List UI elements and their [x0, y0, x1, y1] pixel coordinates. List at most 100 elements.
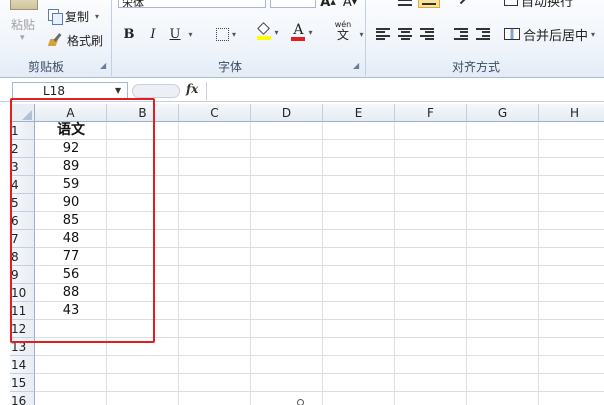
gridline [538, 122, 539, 405]
column-header-a[interactable]: A [35, 104, 107, 122]
clipboard-group-label: 剪贴板 [28, 60, 65, 74]
format-painter-label: 格式刷 [67, 33, 104, 48]
cell-a4[interactable]: 59 [36, 176, 106, 193]
italic-button[interactable]: I [145, 24, 161, 44]
row-header-14[interactable]: 14 [10, 356, 35, 374]
clipboard-icon [10, 0, 38, 10]
column-header-d[interactable]: D [251, 104, 323, 122]
underline-dropdown[interactable]: ▾ [183, 24, 195, 44]
gridline [35, 355, 604, 356]
row-header-3[interactable]: 3 [10, 158, 35, 176]
gridline [35, 283, 604, 284]
insert-function-icon[interactable]: fx [186, 82, 198, 96]
column-header-e[interactable]: E [323, 104, 395, 122]
align-middle-button[interactable] [418, 0, 440, 8]
copy-icon [48, 9, 63, 25]
align-center-icon [398, 28, 412, 40]
increase-indent-button[interactable] [474, 24, 492, 44]
cell-a10[interactable]: 88 [36, 284, 106, 301]
row-header-1[interactable]: 1 [10, 122, 35, 140]
cell-a6[interactable]: 85 [36, 212, 106, 229]
font-size-select[interactable] [270, 0, 316, 8]
format-painter-button[interactable]: 格式刷 [48, 30, 103, 50]
row-header-11[interactable]: 11 [10, 302, 35, 320]
cell-a11[interactable]: 43 [36, 302, 106, 319]
column-header-g[interactable]: G [467, 104, 539, 122]
group-divider [111, 0, 112, 76]
row-header-10[interactable]: 10 [10, 284, 35, 302]
format-painter-icon [48, 33, 64, 47]
dialog-launcher-icon[interactable]: ◢ [100, 61, 106, 70]
increase-indent-icon [476, 28, 490, 40]
phonetic-dropdown[interactable]: ▾ [355, 24, 365, 44]
gridline [106, 122, 107, 405]
gridline [35, 229, 604, 230]
formula-bar-resize-handle[interactable] [132, 84, 180, 98]
cell-a1[interactable]: 语文 [36, 122, 106, 139]
align-top-button[interactable] [396, 0, 414, 10]
grow-font-button[interactable]: A ▲ [318, 0, 338, 12]
gridline [178, 122, 179, 405]
column-header-c[interactable]: C [179, 104, 251, 122]
name-box[interactable]: L18 [12, 82, 128, 100]
paste-label: 粘贴 [11, 18, 36, 32]
paste-button[interactable]: 粘贴 ▾ [6, 0, 42, 48]
fill-color-button[interactable]: ▾ [252, 22, 284, 42]
font-name-select[interactable]: 宋体 [118, 0, 266, 8]
merge-center-button[interactable]: 合并后居中 ▾ [504, 24, 602, 44]
cell-a2[interactable]: 92 [36, 140, 106, 157]
ribbon: 粘贴 ▾ 复制 ▾ 格式刷 剪贴板 ◢ 宋体 A ▲ A ▼ B I U ▾ ▾ ▾… [0, 0, 604, 78]
formula-input[interactable] [206, 82, 602, 100]
align-center-button[interactable] [396, 24, 414, 44]
align-right-button[interactable] [418, 24, 436, 44]
copy-button[interactable]: 复制 ▾ [48, 6, 99, 26]
shrink-font-button[interactable]: A ▼ [340, 0, 360, 12]
gridline [35, 265, 604, 266]
row-header-4[interactable]: 4 [10, 176, 35, 194]
underline-button[interactable]: U [167, 24, 183, 44]
paint-bucket-icon [257, 22, 272, 40]
worksheet-grid[interactable]: A B C D E F G H 1 2 3 4 5 6 7 8 9 10 11 … [0, 104, 604, 405]
gridline [35, 247, 604, 248]
chevron-down-icon: ▾ [231, 29, 236, 39]
column-header-h[interactable]: H [539, 104, 604, 122]
row-header-16[interactable]: 16 [10, 392, 35, 405]
row-header-8[interactable]: 8 [10, 248, 35, 266]
bold-button[interactable]: B [121, 24, 137, 44]
row-header-5[interactable]: 5 [10, 194, 35, 212]
gridline [394, 122, 395, 405]
cell-a8[interactable]: 77 [36, 248, 106, 265]
gridline [35, 391, 604, 392]
gridline [466, 122, 467, 405]
dialog-launcher-icon[interactable]: ◢ [353, 61, 359, 70]
align-left-button[interactable] [374, 24, 392, 44]
row-header-6[interactable]: 6 [10, 212, 35, 230]
decrease-indent-button[interactable] [452, 24, 470, 44]
chevron-down-icon[interactable]: ▼ [115, 86, 121, 95]
gridline [35, 139, 604, 140]
row-header-7[interactable]: 7 [10, 230, 35, 248]
cell-a9[interactable]: 56 [36, 266, 106, 283]
orientation-button[interactable] [454, 0, 474, 10]
select-all-triangle-icon [22, 110, 32, 120]
row-header-9[interactable]: 9 [10, 266, 35, 284]
resize-handle-icon[interactable] [297, 399, 304, 405]
row-header-12[interactable]: 12 [10, 320, 35, 338]
cell-a3[interactable]: 89 [36, 158, 106, 175]
chevron-down-icon[interactable]: ▾ [95, 12, 99, 21]
border-button[interactable]: ▾ [210, 24, 242, 44]
row-header-2[interactable]: 2 [10, 140, 35, 158]
merge-center-icon [504, 28, 520, 40]
wrap-text-button[interactable]: 自动换行 [504, 0, 598, 10]
column-header-b[interactable]: B [107, 104, 179, 122]
phonetic-guide-button[interactable]: wén 文 [328, 20, 358, 42]
chevron-down-icon[interactable]: ▾ [20, 33, 25, 43]
column-header-f[interactable]: F [395, 104, 467, 122]
row-header-13[interactable]: 13 [10, 338, 35, 356]
row-header-15[interactable]: 15 [10, 374, 35, 392]
cell-a5[interactable]: 90 [36, 194, 106, 211]
phonetic-bottom: 文 [336, 28, 349, 42]
cell-a7[interactable]: 48 [36, 230, 106, 247]
font-color-button[interactable]: A ▾ [286, 22, 318, 42]
align-top-icon [398, 0, 412, 6]
